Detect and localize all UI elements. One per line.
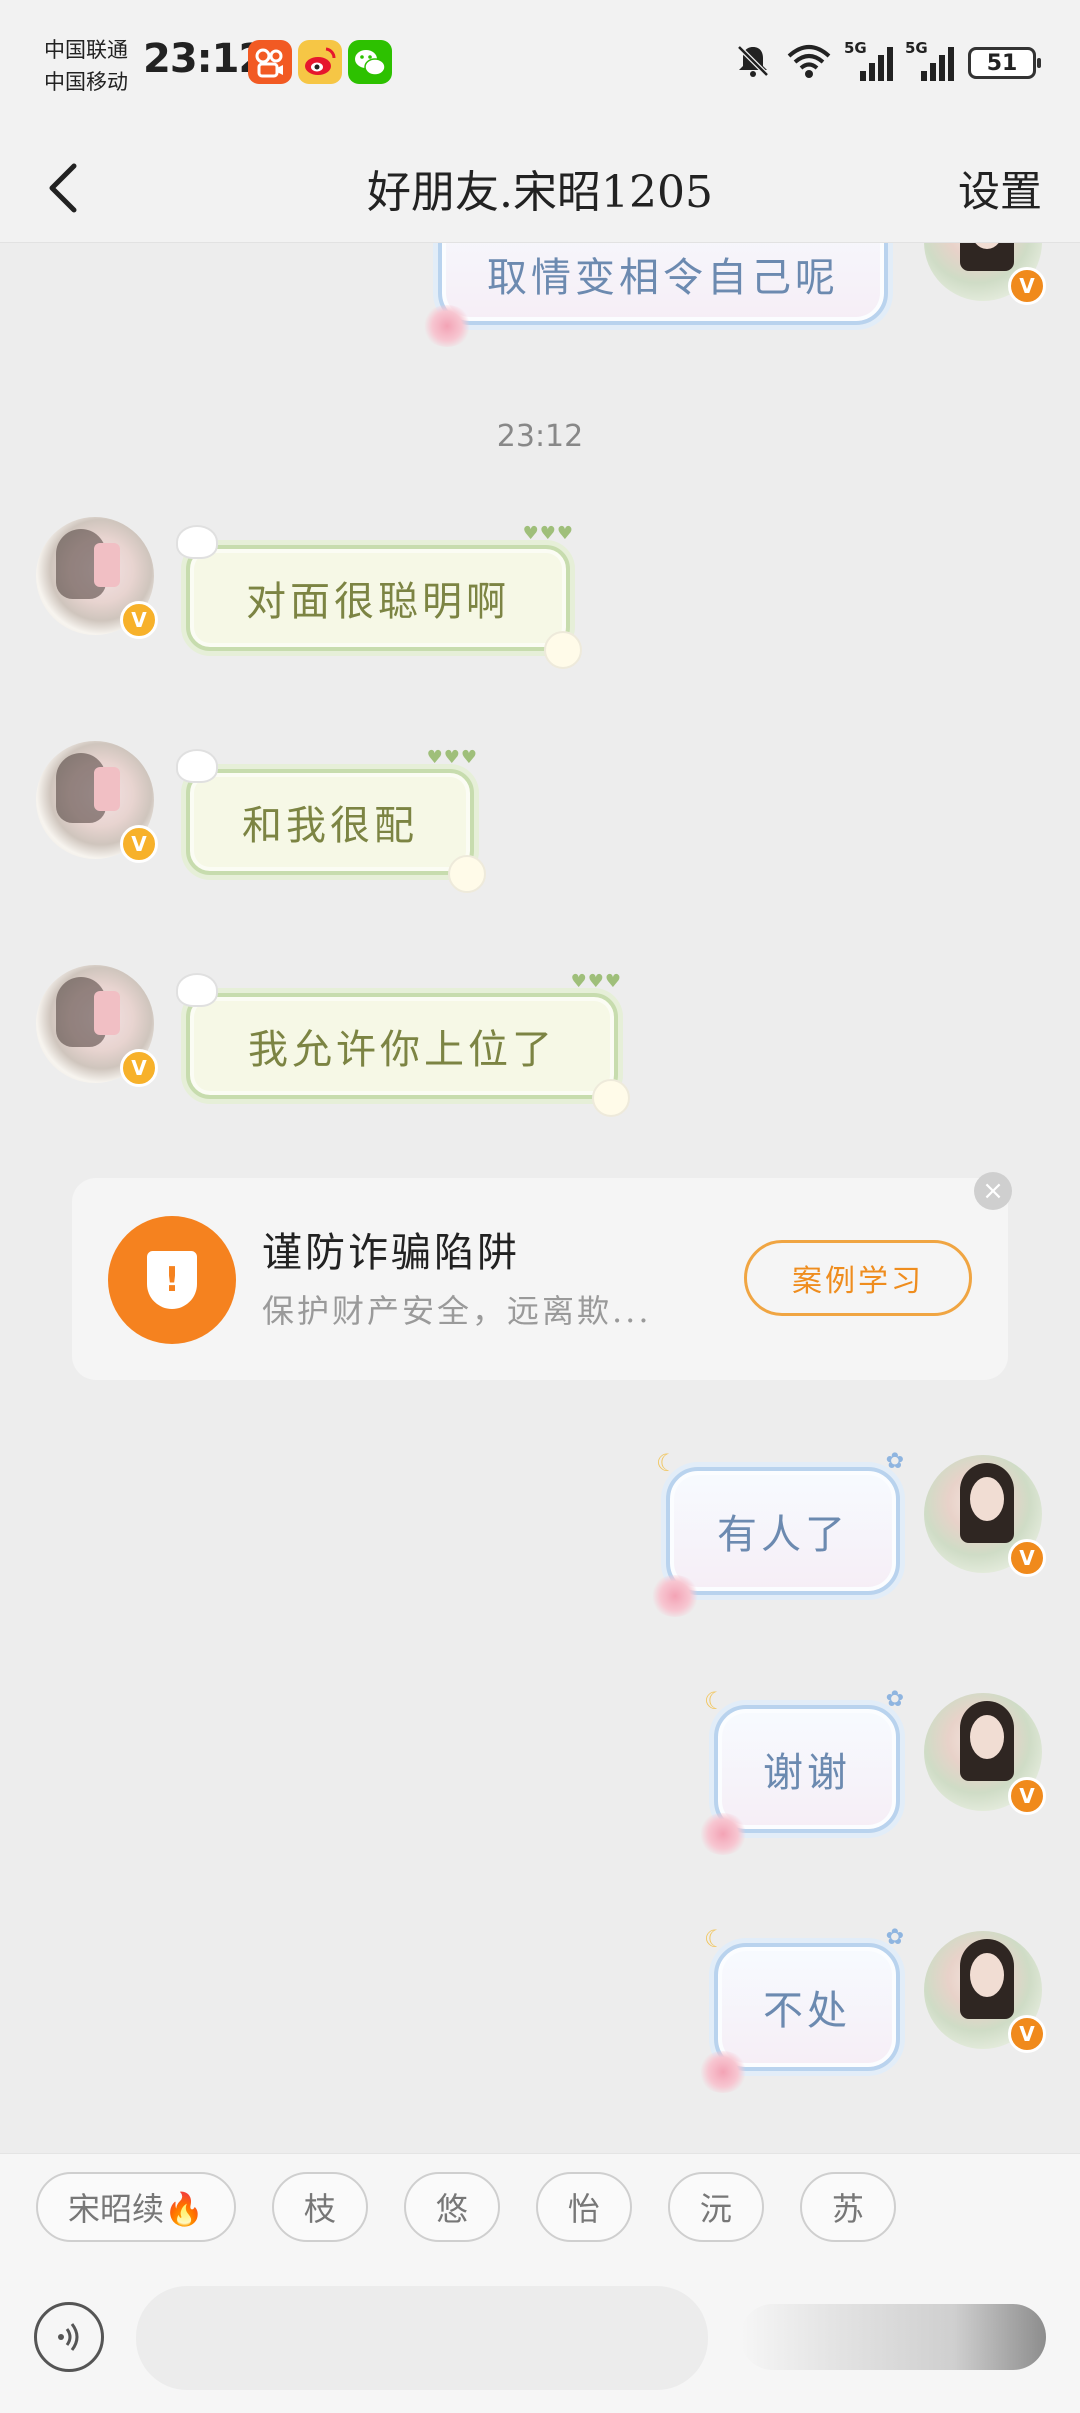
message-bubble-right[interactable]: 谢谢 ☾ ✿ (698, 1687, 904, 1855)
quick-reply-chips: 宋昭续🔥 枝 悠 怡 沅 苏 (36, 2172, 896, 2242)
bow-decoration: ✿ (885, 1449, 908, 1474)
bow-decoration: ✿ (885, 1687, 908, 1712)
flower-decoration (592, 1079, 630, 1117)
status-bar: 中国联通 中国移动 23:12 5G 5G 51 (0, 0, 1080, 130)
carrier-names: 中国联通 中国移动 (44, 34, 128, 98)
battery-level: 51 (986, 50, 1018, 76)
wechat-icon (348, 40, 392, 84)
fraud-warning-title: 谨防诈骗陷阱 (262, 1230, 520, 1276)
carrier-1: 中国联通 (44, 38, 128, 62)
rose-decoration (650, 1575, 700, 1617)
cat-decoration (176, 973, 218, 1007)
time-divider: 23:12 (496, 419, 584, 454)
obscured-toolbar (740, 2304, 1046, 2370)
message-text: 取情变相令自己呢 (487, 255, 839, 301)
hearts-decoration: ♥♥♥ (522, 523, 574, 544)
battery-icon: 51 (968, 47, 1041, 79)
signal-5g-icon-1: 5G (844, 39, 893, 81)
flower-decoration (544, 631, 582, 669)
moon-decoration: ☾ (704, 1687, 730, 1715)
sound-wave-icon (58, 2323, 79, 2351)
my-avatar[interactable]: V (924, 1455, 1046, 1577)
message-input[interactable] (136, 2286, 708, 2390)
flower-decoration (448, 855, 486, 893)
verified-badge-icon: V (120, 1049, 158, 1087)
rose-decoration (698, 1813, 748, 1855)
verified-badge-icon: V (1008, 1777, 1046, 1815)
fraud-warning-subtitle: 保护财产安全，远离欺... (262, 1292, 652, 1330)
rose-decoration (422, 305, 472, 347)
cat-decoration (176, 749, 218, 783)
status-indicators: 5G 5G 51 (734, 38, 1041, 88)
case-study-button[interactable]: 案例学习 (744, 1240, 972, 1316)
wifi-icon (786, 42, 832, 84)
chat-area[interactable]: 取情变相令自己呢 V 23:12 V 对面很聪明啊 ♥♥♥ V 和我很配 ♥♥♥… (0, 243, 1080, 2153)
message-bubble-right[interactable]: 不处 ☾ ✿ (698, 1925, 904, 2093)
message-bubble-left[interactable]: 和我很配 ♥♥♥ (176, 747, 486, 893)
chip-quick-reply[interactable]: 沅 (667, 2172, 764, 2242)
close-icon[interactable]: × (974, 1172, 1012, 1210)
my-avatar[interactable]: V (924, 1931, 1046, 2053)
message-text: 不处 (763, 1988, 851, 2034)
my-avatar[interactable]: V (924, 1693, 1046, 1815)
settings-button[interactable]: 设置 (958, 158, 1042, 219)
verified-badge-icon: V (1008, 267, 1046, 305)
my-avatar[interactable]: V (924, 243, 1046, 305)
chip-streak[interactable]: 宋昭续🔥 (36, 2172, 236, 2242)
rose-decoration (698, 2051, 748, 2093)
carrier-2: 中国移动 (44, 70, 128, 94)
chip-quick-reply[interactable]: 悠 (403, 2172, 500, 2242)
message-bubble-partial[interactable]: 取情变相令自己呢 (422, 243, 888, 347)
message-text: 和我很配 (242, 803, 418, 849)
verified-badge-icon: V (1008, 1539, 1046, 1577)
moon-decoration: ☾ (704, 1925, 730, 1953)
hearts-decoration: ♥♥♥ (426, 747, 478, 768)
cat-decoration (176, 525, 218, 559)
message-text: 对面很聪明啊 (246, 579, 510, 625)
friend-avatar[interactable]: V (36, 517, 158, 639)
weibo-icon (298, 40, 342, 84)
message-bubble-right[interactable]: 有人了 ☾ ✿ (650, 1449, 904, 1617)
message-text: 谢谢 (763, 1750, 851, 1796)
chip-quick-reply[interactable]: 怡 (535, 2172, 632, 2242)
bottom-bar: 宋昭续🔥 枝 悠 怡 沅 苏 (0, 2153, 1080, 2413)
message-bubble-left[interactable]: 我允许你上位了 ♥♥♥ (176, 971, 630, 1117)
bow-decoration: ✿ (885, 1925, 908, 1950)
chip-quick-reply[interactable]: 枝 (271, 2172, 368, 2242)
kuaishou-icon (248, 40, 292, 84)
voice-input-button[interactable] (34, 2302, 104, 2372)
hearts-decoration: ♥♥♥ (570, 971, 622, 992)
status-time: 23:12 (143, 36, 266, 82)
moon-decoration: ☾ (656, 1449, 682, 1477)
message-text: 有人了 (717, 1512, 849, 1558)
verified-badge-icon: V (120, 601, 158, 639)
bell-muted-icon (734, 42, 772, 84)
friend-avatar[interactable]: V (36, 741, 158, 863)
verified-badge-icon: V (120, 825, 158, 863)
chat-title[interactable]: 好朋友.宋昭1205 (0, 156, 1080, 220)
message-text: 我允许你上位了 (248, 1027, 556, 1073)
message-bubble-left[interactable]: 对面很聪明啊 ♥♥♥ (176, 523, 582, 669)
chat-header: 好朋友.宋昭1205 设置 (0, 130, 1080, 243)
fraud-warning-card: ! 谨防诈骗陷阱 保护财产安全，远离欺... 案例学习 × (72, 1172, 1012, 1380)
shield-warning-icon: ! (108, 1216, 236, 1344)
chip-quick-reply[interactable]: 苏 (799, 2172, 896, 2242)
friend-avatar[interactable]: V (36, 965, 158, 1087)
signal-5g-icon-2: 5G (905, 39, 954, 81)
verified-badge-icon: V (1008, 2015, 1046, 2053)
